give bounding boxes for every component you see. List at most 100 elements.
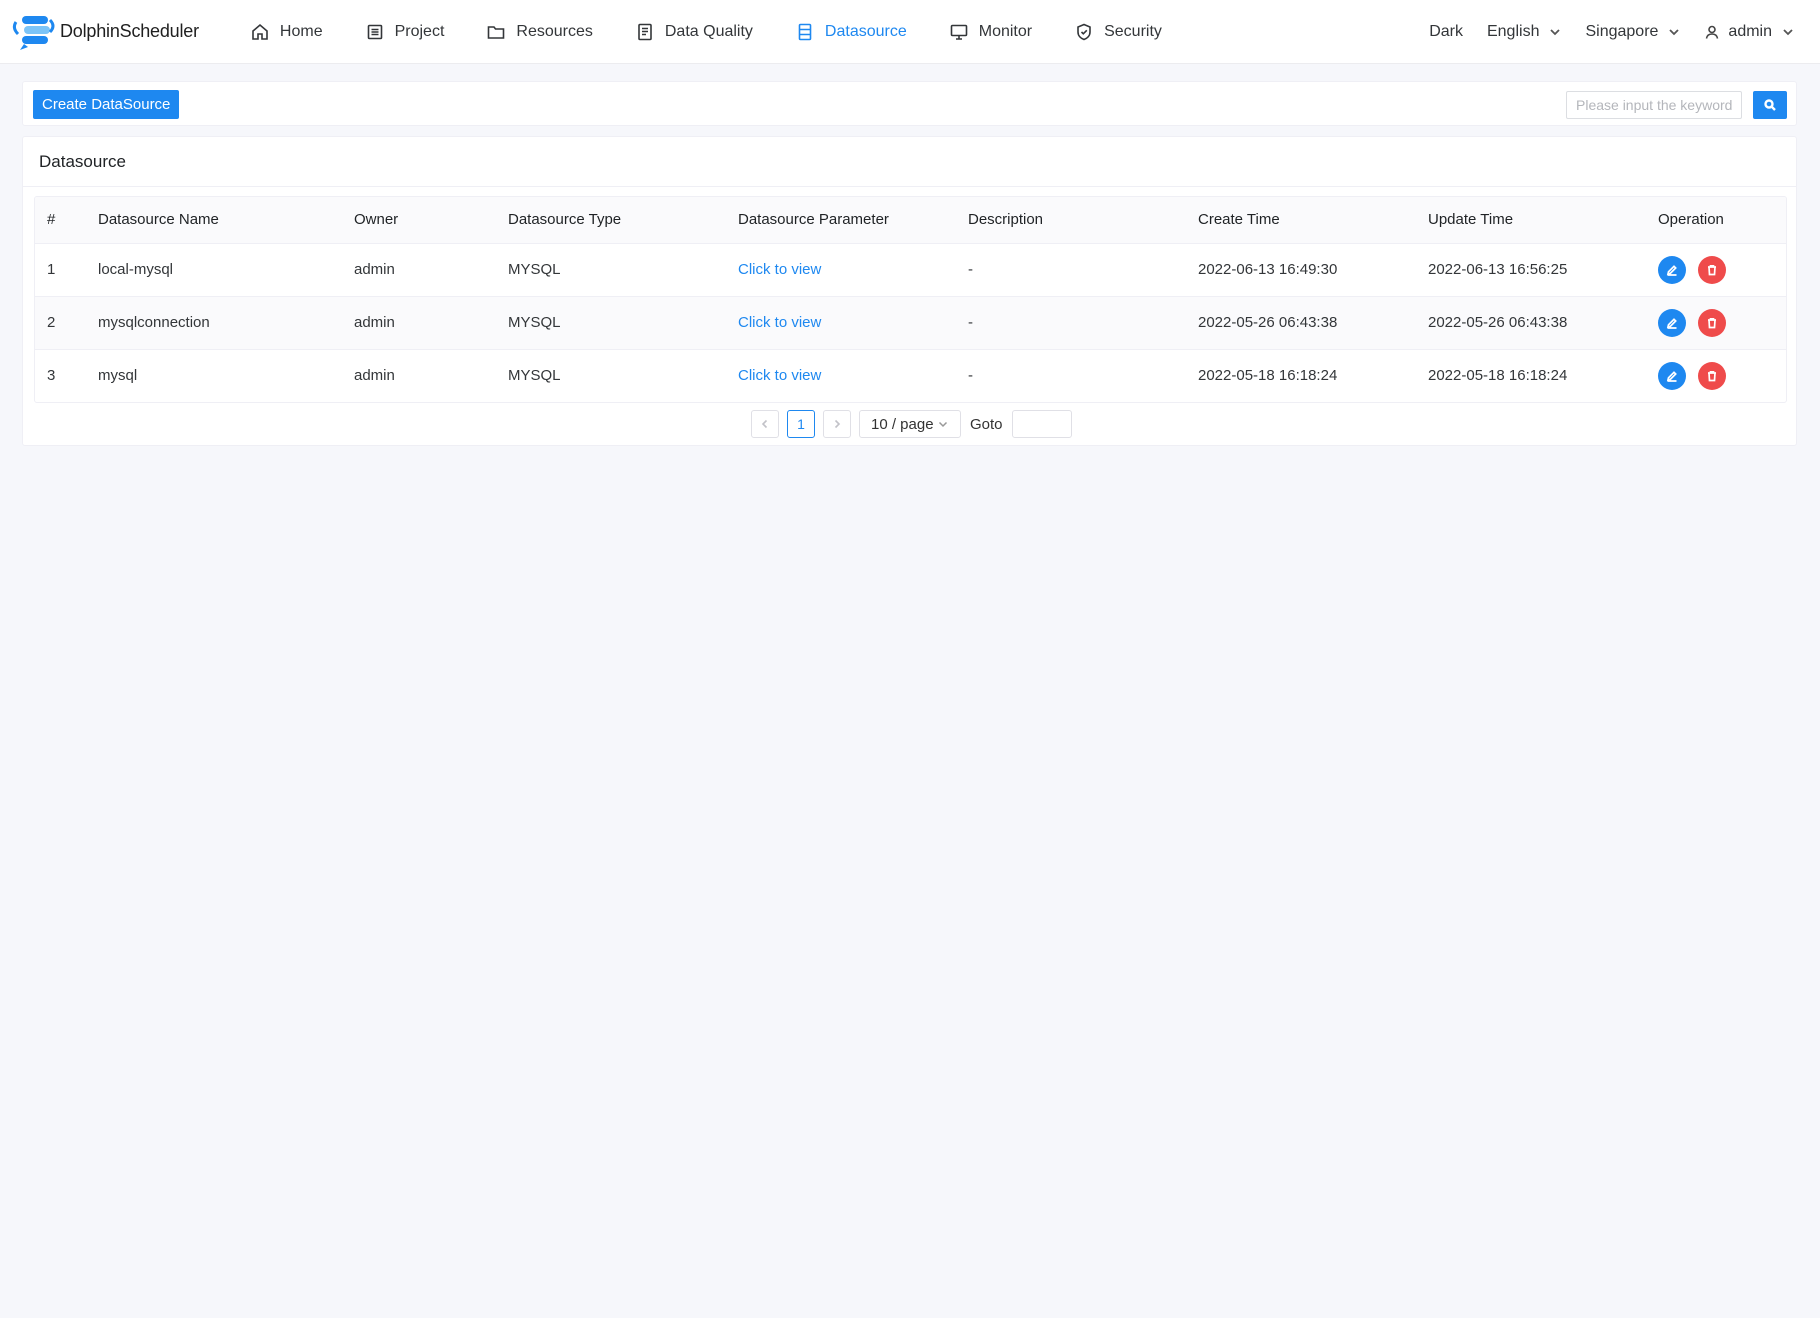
- pagination: 1 10 / page Goto: [751, 410, 1072, 438]
- cell-index: 1: [47, 261, 56, 278]
- click-to-view-link[interactable]: Click to view: [738, 314, 821, 331]
- trash-icon: [1708, 317, 1716, 328]
- home-icon: [252, 23, 268, 40]
- edit-icon: [1666, 370, 1677, 382]
- click-to-view-link[interactable]: Click to view: [738, 261, 821, 278]
- row-operations: [1658, 308, 1786, 337]
- row-operations: [1658, 361, 1786, 390]
- nav-item-monitor[interactable]: Monitor: [928, 0, 1053, 63]
- nav-item-label: Resources: [516, 22, 593, 40]
- cell-type: MYSQL: [508, 261, 561, 278]
- table-row: 2 mysqlconnection admin MYSQL Click to v…: [35, 296, 1786, 349]
- edit-button[interactable]: [1658, 361, 1686, 390]
- column-header-parameter: Datasource Parameter: [738, 197, 968, 244]
- nav-item-label: Home: [279, 22, 323, 40]
- table-row: 3 mysql admin MYSQL Click to view - 2022…: [35, 349, 1786, 402]
- edit-button[interactable]: [1658, 308, 1686, 337]
- cell-create-time: 2022-06-13 16:49:30: [1198, 261, 1338, 278]
- dolphin-logo-icon: [12, 15, 55, 50]
- cell-index: 2: [47, 314, 56, 331]
- monitor-icon: [950, 24, 968, 40]
- cell-type: MYSQL: [508, 367, 561, 385]
- timezone-dropdown[interactable]: Singapore: [1573, 23, 1692, 41]
- cell-create-time: 2022-05-18 16:18:24: [1198, 367, 1338, 385]
- column-header-type: Datasource Type: [508, 197, 738, 244]
- cell-owner: admin: [354, 261, 395, 278]
- cell-update-time: 2022-05-26 06:43:38: [1428, 314, 1568, 331]
- cell-create-time: 2022-05-26 06:43:38: [1198, 314, 1338, 331]
- search-input[interactable]: [1566, 91, 1742, 119]
- logo[interactable]: DolphinScheduler: [10, 12, 199, 52]
- cell-description: -: [968, 261, 973, 278]
- datasource-card: Datasource # Datasource Name Owner Datas…: [22, 136, 1797, 446]
- chevron-left-icon: [761, 419, 768, 429]
- trash-icon: [1708, 370, 1716, 382]
- card-title: Datasource: [23, 137, 1796, 187]
- cell-description: -: [968, 367, 973, 385]
- chevron-down-icon: [1669, 29, 1680, 36]
- row-operations: [1658, 255, 1786, 284]
- nav-item-data-quality[interactable]: Data Quality: [614, 0, 774, 63]
- table-header-row: # Datasource Name Owner Datasource Type …: [35, 197, 1786, 244]
- user-icon: [1706, 25, 1719, 39]
- main-nav: Home Project Resources Data Quality Data…: [229, 0, 1183, 63]
- next-page-button[interactable]: [823, 410, 851, 438]
- chevron-down-icon: [1783, 29, 1793, 36]
- language-label: English: [1486, 23, 1540, 40]
- folder-icon: [488, 25, 505, 39]
- cell-index: 3: [47, 367, 56, 385]
- toolbar-card: Create DataSource: [22, 81, 1797, 126]
- goto-label: Goto: [970, 415, 1003, 433]
- edit-button[interactable]: [1658, 255, 1686, 284]
- datasource-table: # Datasource Name Owner Datasource Type …: [34, 196, 1787, 403]
- edit-icon: [1666, 317, 1677, 329]
- cell-name: mysql: [98, 367, 138, 385]
- project-icon: [367, 24, 382, 39]
- column-header-update-time: Update Time: [1428, 197, 1658, 244]
- page-size-select[interactable]: 10 / page: [859, 410, 961, 438]
- goto-page-input[interactable]: [1011, 410, 1072, 438]
- nav-item-label: Data Quality: [664, 22, 753, 40]
- column-header-index: #: [35, 197, 98, 244]
- column-header-description: Description: [968, 197, 1198, 244]
- nav-item-resources[interactable]: Resources: [465, 0, 613, 63]
- cell-name: local-mysql: [98, 261, 174, 278]
- user-dropdown[interactable]: admin: [1692, 23, 1806, 41]
- delete-button[interactable]: [1698, 308, 1726, 337]
- nav-item-project[interactable]: Project: [344, 0, 466, 63]
- language-dropdown[interactable]: English: [1475, 23, 1573, 41]
- nav-item-security[interactable]: Security: [1053, 0, 1183, 63]
- cell-description: -: [968, 314, 973, 331]
- cell-update-time: 2022-06-13 16:56:25: [1428, 261, 1568, 278]
- prev-page-button[interactable]: [751, 410, 779, 438]
- timezone-label: Singapore: [1585, 23, 1659, 40]
- app-name: DolphinScheduler: [60, 21, 199, 41]
- chevron-right-icon: [834, 419, 841, 429]
- column-header-name[interactable]: Datasource Name: [98, 197, 354, 244]
- cell-owner: admin: [354, 314, 395, 331]
- theme-toggle[interactable]: Dark: [1417, 23, 1475, 41]
- chevron-down-icon: [938, 421, 947, 428]
- search-button[interactable]: [1753, 91, 1787, 119]
- column-header-operation: Operation: [1658, 197, 1786, 244]
- database-icon: [798, 23, 812, 40]
- page-number-current[interactable]: 1: [787, 410, 815, 438]
- nav-item-datasource[interactable]: Datasource: [774, 0, 928, 63]
- cell-update-time: 2022-05-18 16:18:24: [1428, 367, 1568, 385]
- header-right-menu: Dark English Singapore admin: [1417, 0, 1806, 64]
- page-size-label: 10 / page: [871, 415, 934, 433]
- nav-item-label: Project: [394, 22, 445, 40]
- click-to-view-link[interactable]: Click to view: [738, 367, 821, 384]
- delete-button[interactable]: [1698, 255, 1726, 284]
- column-header-create-time: Create Time: [1198, 197, 1428, 244]
- trash-icon: [1708, 264, 1716, 275]
- nav-item-label: Security: [1104, 22, 1162, 40]
- nav-item-label: Datasource: [824, 22, 907, 40]
- cell-type: MYSQL: [508, 314, 561, 331]
- document-icon: [638, 23, 652, 40]
- delete-button[interactable]: [1698, 361, 1726, 390]
- cell-name: mysqlconnection: [98, 314, 210, 331]
- create-datasource-button[interactable]: Create DataSource: [33, 90, 180, 119]
- nav-item-home[interactable]: Home: [229, 0, 344, 63]
- search-icon: [1764, 99, 1776, 111]
